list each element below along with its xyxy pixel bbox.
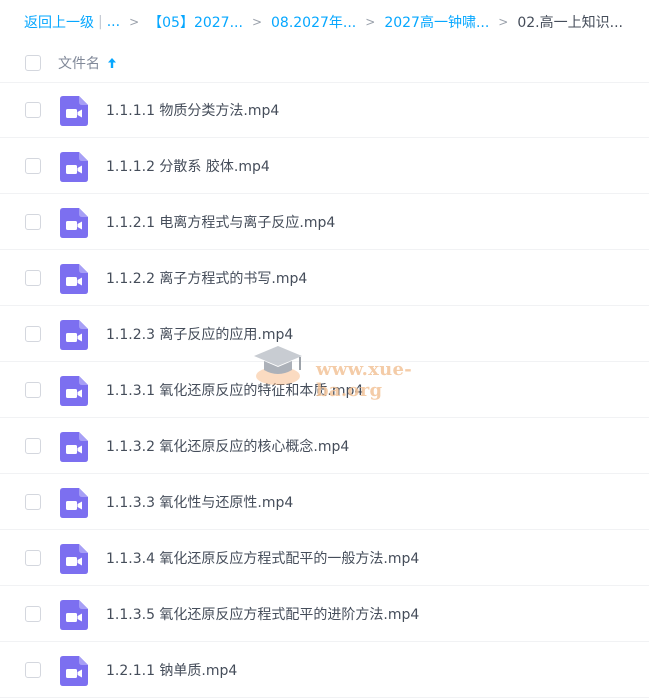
chevron-right-icon: > bbox=[129, 15, 140, 29]
video-file-icon bbox=[60, 544, 88, 574]
row-checkbox[interactable] bbox=[25, 606, 41, 622]
video-file-icon bbox=[60, 264, 88, 294]
video-file-icon bbox=[60, 320, 88, 350]
breadcrumb-current: 02.高一上知识... bbox=[517, 15, 623, 31]
file-row[interactable]: 1.1.1.1 物质分类方法.mp4 bbox=[0, 82, 649, 138]
file-name[interactable]: 1.2.1.1 钠单质.mp4 bbox=[106, 660, 237, 680]
breadcrumb-divider: | bbox=[98, 14, 103, 30]
file-row[interactable]: 1.1.2.1 电离方程式与离子反应.mp4 bbox=[0, 194, 649, 250]
file-row[interactable]: 1.1.3.1 氧化还原反应的特征和本质.mp4 bbox=[0, 362, 649, 418]
video-file-icon bbox=[60, 376, 88, 406]
video-file-icon bbox=[60, 208, 88, 238]
video-file-icon bbox=[60, 656, 88, 686]
file-name[interactable]: 1.1.1.1 物质分类方法.mp4 bbox=[106, 100, 279, 120]
row-checkbox[interactable] bbox=[25, 158, 41, 174]
file-name[interactable]: 1.1.3.4 氧化还原反应方程式配平的一般方法.mp4 bbox=[106, 548, 419, 568]
arrow-up-icon bbox=[108, 58, 116, 68]
chevron-right-icon: > bbox=[251, 15, 262, 29]
file-list-header: 文件名 bbox=[0, 44, 649, 83]
file-row[interactable]: 1.1.1.2 分散系 胶体.mp4 bbox=[0, 138, 649, 194]
chevron-right-icon: > bbox=[498, 15, 509, 29]
row-checkbox[interactable] bbox=[25, 214, 41, 230]
row-checkbox[interactable] bbox=[25, 270, 41, 286]
row-checkbox[interactable] bbox=[25, 382, 41, 398]
filename-column-label: 文件名 bbox=[58, 56, 100, 72]
row-checkbox[interactable] bbox=[25, 494, 41, 510]
file-name[interactable]: 1.1.3.5 氧化还原反应方程式配平的进阶方法.mp4 bbox=[106, 604, 419, 624]
file-name[interactable]: 1.1.2.2 离子方程式的书写.mp4 bbox=[106, 268, 307, 288]
back-link[interactable]: 返回上一级 bbox=[24, 12, 94, 32]
file-row[interactable]: 1.1.3.2 氧化还原反应的核心概念.mp4 bbox=[0, 418, 649, 474]
file-row[interactable]: 1.1.2.2 离子方程式的书写.mp4 bbox=[0, 250, 649, 306]
breadcrumb: 返回上一级 | ... > 【05】2027... > 08.2027年... … bbox=[24, 10, 649, 34]
video-file-icon bbox=[60, 432, 88, 462]
file-row[interactable]: 1.1.3.4 氧化还原反应方程式配平的一般方法.mp4 bbox=[0, 530, 649, 586]
row-checkbox[interactable] bbox=[25, 550, 41, 566]
breadcrumb-item[interactable]: 08.2027年... bbox=[271, 12, 356, 32]
breadcrumb-item[interactable]: 【05】2027... bbox=[148, 12, 243, 32]
row-checkbox[interactable] bbox=[25, 662, 41, 678]
file-list: 1.1.1.1 物质分类方法.mp4 1.1.1.2 分散系 胶体.mp4 1.… bbox=[0, 82, 649, 698]
file-row[interactable]: 1.1.3.5 氧化还原反应方程式配平的进阶方法.mp4 bbox=[0, 586, 649, 642]
video-file-icon bbox=[60, 96, 88, 126]
file-name[interactable]: 1.1.3.3 氧化性与还原性.mp4 bbox=[106, 492, 293, 512]
breadcrumb-ellipsis[interactable]: ... bbox=[107, 14, 120, 30]
video-file-icon bbox=[60, 152, 88, 182]
file-name[interactable]: 1.1.2.3 离子反应的应用.mp4 bbox=[106, 324, 293, 344]
video-file-icon bbox=[60, 600, 88, 630]
row-checkbox[interactable] bbox=[25, 326, 41, 342]
chevron-right-icon: > bbox=[365, 15, 376, 29]
video-file-icon bbox=[60, 488, 88, 518]
file-row[interactable]: 1.1.3.3 氧化性与还原性.mp4 bbox=[0, 474, 649, 530]
file-name[interactable]: 1.1.3.2 氧化还原反应的核心概念.mp4 bbox=[106, 436, 349, 456]
file-name[interactable]: 1.1.2.1 电离方程式与离子反应.mp4 bbox=[106, 212, 335, 232]
file-name[interactable]: 1.1.1.2 分散系 胶体.mp4 bbox=[106, 156, 270, 176]
file-row[interactable]: 1.1.2.3 离子反应的应用.mp4 bbox=[0, 306, 649, 362]
file-row[interactable]: 1.2.1.1 钠单质.mp4 bbox=[0, 642, 649, 698]
breadcrumb-item[interactable]: 2027高一钟啸... bbox=[384, 12, 489, 32]
sort-by-filename[interactable]: 文件名 bbox=[58, 53, 117, 73]
row-checkbox[interactable] bbox=[25, 102, 41, 118]
row-checkbox[interactable] bbox=[25, 438, 41, 454]
select-all-checkbox[interactable] bbox=[25, 55, 41, 71]
file-name[interactable]: 1.1.3.1 氧化还原反应的特征和本质.mp4 bbox=[106, 380, 363, 400]
